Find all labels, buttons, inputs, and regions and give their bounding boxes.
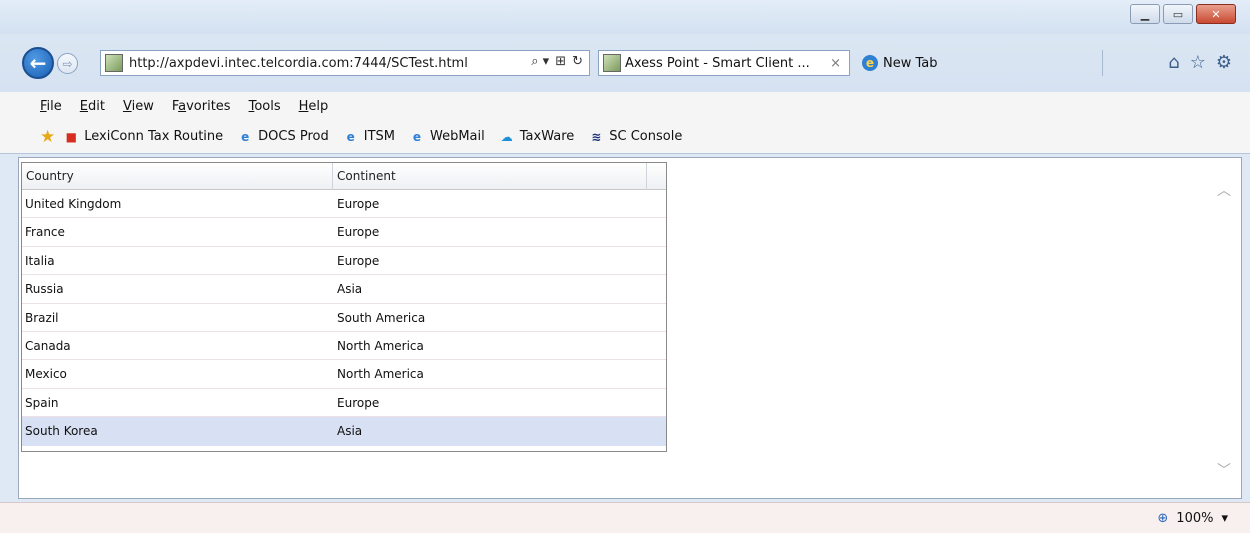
cell-continent: Europe <box>337 225 380 240</box>
scroll-down-chevron-icon[interactable]: ﹀ <box>1217 460 1231 480</box>
menu-help[interactable]: Help <box>299 99 329 114</box>
cell-country: Mexico <box>25 367 67 382</box>
tab-new-tab[interactable]: e New Tab <box>858 50 1098 76</box>
cell-country: Spain <box>25 395 59 410</box>
favorites-bar: ★ ■ LexiConn Tax Routine e DOCS Prod e I… <box>0 120 1250 154</box>
cell-country: South Korea <box>25 424 98 439</box>
new-tab-button[interactable] <box>1102 50 1140 76</box>
cell-continent: Europe <box>337 197 380 211</box>
compatibility-view-icon[interactable]: ⊞ <box>555 54 566 69</box>
cell-country: Italia <box>25 253 55 268</box>
cloud-icon: ☁ <box>500 129 513 144</box>
browser-tools: ⌂ ☆ ⚙ <box>1168 52 1232 73</box>
zoom-level: 100% <box>1176 511 1214 526</box>
column-header-continent[interactable]: Continent <box>333 163 647 190</box>
window-titlebar: ▁ ▭ ✕ <box>0 0 1250 34</box>
menu-bar: File Edit View Favorites Tools Help <box>0 92 1250 120</box>
table-row[interactable]: France Europe <box>22 218 666 247</box>
table-row[interactable]: Mexico North America <box>22 360 666 389</box>
zoom-control[interactable]: ⊕ 100% ▾ <box>1157 511 1228 526</box>
add-favorite-star-icon[interactable]: ★ <box>40 127 55 147</box>
ie-icon: e <box>412 129 422 144</box>
table-row-selected[interactable]: South Korea Asia <box>22 417 666 446</box>
address-tools: ⌕ ▾ ⊞ ↻ <box>531 54 583 69</box>
cell-country: Canada <box>25 338 71 353</box>
favorite-sc-console[interactable]: ≋ SC Console <box>588 129 682 145</box>
forward-button[interactable]: ⇨ <box>57 53 78 74</box>
favorite-lexiconn[interactable]: ■ LexiConn Tax Routine <box>63 129 224 145</box>
table-row[interactable]: Italia Europe <box>22 247 666 276</box>
ie-icon: e <box>862 55 878 71</box>
country-grid[interactable]: Country Continent United Kingdom Europe … <box>21 162 667 452</box>
page-content: Country Continent United Kingdom Europe … <box>18 157 1242 499</box>
forward-arrow-icon: ⇨ <box>62 56 73 71</box>
tab-label: New Tab <box>883 55 938 71</box>
tab-label: Axess Point - Smart Client ... <box>625 55 810 71</box>
cell-continent: Asia <box>337 424 363 439</box>
back-arrow-icon: ← <box>29 51 47 75</box>
table-row[interactable]: Spain Europe <box>22 389 666 418</box>
cell-country: United Kingdom <box>25 197 122 211</box>
table-row[interactable]: Canada North America <box>22 332 666 361</box>
status-bar: ⊕ 100% ▾ <box>0 502 1250 533</box>
cell-continent: North America <box>337 338 424 353</box>
cell-continent: Europe <box>337 395 380 410</box>
cell-continent: Asia <box>337 282 363 297</box>
favorite-docs-prod[interactable]: e DOCS Prod <box>237 129 329 145</box>
menu-view[interactable]: View <box>123 99 154 114</box>
window-controls: ▁ ▭ ✕ <box>1130 4 1236 24</box>
sc-icon: ≋ <box>591 129 602 144</box>
home-icon[interactable]: ⌂ <box>1168 52 1179 73</box>
minimize-button[interactable]: ▁ <box>1130 4 1160 24</box>
lexiconn-icon: ■ <box>65 129 77 144</box>
cell-continent: Europe <box>337 253 380 268</box>
cell-country: France <box>25 225 65 240</box>
tab-favicon-icon <box>603 54 621 72</box>
menu-favorites[interactable]: Favorites <box>172 99 231 114</box>
ie-icon: e <box>241 129 250 144</box>
navigation-bar: ← ⇨ http://axpdevi.intec.telcordia.com:7… <box>0 34 1250 92</box>
table-row[interactable]: Russia Asia <box>22 275 666 304</box>
address-url[interactable]: http://axpdevi.intec.telcordia.com:7444/… <box>129 56 468 71</box>
menu-tools[interactable]: Tools <box>249 99 281 114</box>
favorite-webmail[interactable]: e WebMail <box>409 129 485 145</box>
gear-icon[interactable]: ⚙ <box>1216 52 1232 73</box>
cell-continent: South America <box>337 310 426 325</box>
table-row[interactable]: United Kingdom Europe <box>22 190 666 219</box>
tab-axess-point[interactable]: Axess Point - Smart Client ... × <box>598 50 850 76</box>
favorites-star-icon[interactable]: ☆ <box>1190 52 1206 73</box>
grid-header: Country Continent <box>22 163 666 190</box>
table-row[interactable]: Brazil South America <box>22 304 666 332</box>
zoom-dropdown-icon[interactable]: ▾ <box>1221 511 1228 526</box>
cell-country: Brazil <box>25 310 59 325</box>
address-bar[interactable]: http://axpdevi.intec.telcordia.com:7444/… <box>100 50 590 76</box>
scroll-up-chevron-icon[interactable]: ︿ <box>1217 180 1231 200</box>
cell-continent: North America <box>337 367 424 382</box>
tab-close-icon[interactable]: × <box>830 56 841 71</box>
favorite-itsm[interactable]: e ITSM <box>343 129 395 145</box>
search-dropdown-icon[interactable]: ⌕ ▾ <box>531 54 549 69</box>
ie-icon: e <box>346 129 355 144</box>
maximize-button[interactable]: ▭ <box>1163 4 1193 24</box>
refresh-icon[interactable]: ↻ <box>572 54 583 69</box>
close-window-button[interactable]: ✕ <box>1196 4 1236 24</box>
page-favicon-icon <box>105 54 123 72</box>
zoom-icon: ⊕ <box>1157 511 1169 526</box>
column-header-country[interactable]: Country <box>22 163 333 190</box>
menu-file[interactable]: File <box>40 99 62 114</box>
menu-edit[interactable]: Edit <box>80 99 105 114</box>
cell-country: Russia <box>25 282 64 297</box>
favorite-taxware[interactable]: ☁ TaxWare <box>499 129 575 145</box>
back-button[interactable]: ← <box>22 47 54 79</box>
